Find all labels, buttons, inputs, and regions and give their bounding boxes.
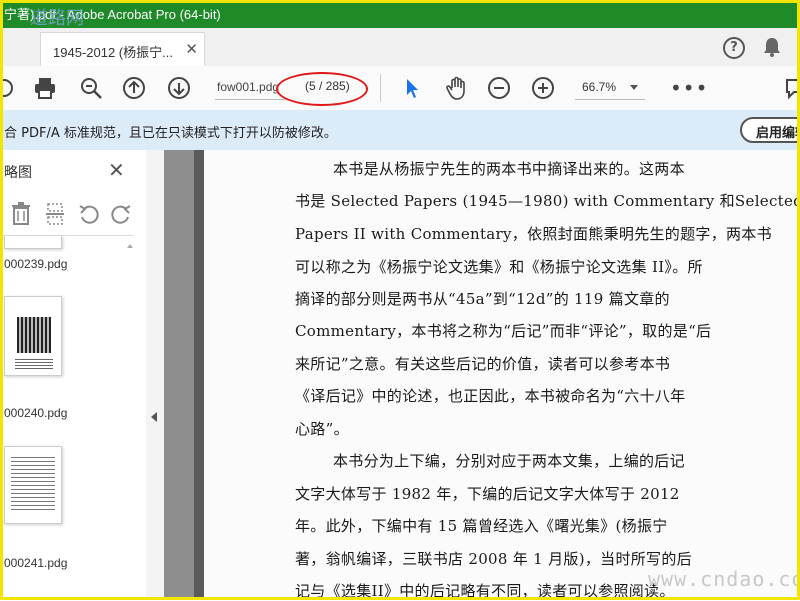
close-tab-icon[interactable]: ✕: [185, 40, 198, 58]
panel-scrollbar[interactable]: [125, 240, 135, 600]
text-line: 文字大体写于 1982 年，下编的后记文字大体写于 2012: [295, 485, 680, 503]
delete-icon[interactable]: [10, 202, 32, 226]
page-thumbnail[interactable]: [4, 446, 62, 524]
previous-page-icon[interactable]: [122, 76, 146, 100]
text-line: 年。此外，下编中有 15 篇曾经选入《曙光集》(杨振宁: [295, 517, 668, 535]
panel-collapse-handle[interactable]: [146, 150, 165, 600]
next-page-icon[interactable]: [167, 76, 191, 100]
zoom-out-icon[interactable]: [487, 76, 511, 100]
toolbar: fow001.pdg (5 / 285) 66.7% •••: [0, 66, 800, 111]
text-line: 书是 Selected Papers (1945—1980) with Comm…: [295, 192, 800, 210]
page-label-underline: [215, 99, 285, 100]
hand-tool-icon[interactable]: [444, 76, 468, 100]
zoom-search-icon[interactable]: [79, 76, 103, 100]
page-thumbnail[interactable]: [4, 236, 62, 249]
help-icon[interactable]: ?: [723, 37, 745, 59]
zoom-in-icon[interactable]: [531, 76, 555, 100]
info-message: 合 PDF/A 标准规范，且已在只读模式下打开以防被修改。: [4, 126, 337, 141]
document-tab[interactable]: 1945-2012 (杨振宁... ✕: [40, 32, 205, 66]
scroll-up-icon[interactable]: [127, 244, 133, 248]
rotate-right-icon[interactable]: [110, 203, 132, 225]
toolbar-divider: [380, 74, 381, 102]
zoom-level-dropdown[interactable]: 66.7%: [582, 80, 616, 94]
thumbnail-text-preview: [15, 359, 53, 369]
page-edge: [194, 150, 204, 600]
text-line: Commentary，本书将之称为“后记”而非“评论”，取的是“后: [295, 322, 712, 340]
page-thumbnail[interactable]: [4, 296, 62, 376]
document-page: 本书是从杨振宁先生的两本书中摘译出来的。这两本 书是 Selected Pape…: [204, 150, 800, 600]
text-line: 本书是从杨振宁先生的两本书中摘译出来的。这两本: [333, 160, 685, 178]
thumbnail-label: 000241.pdg: [4, 556, 68, 570]
text-line: 摘译的部分则是两书从“45a”到“12d”的 119 篇文章的: [295, 290, 670, 308]
text-line: 可以称之为《杨振宁论文选集》和《杨振宁论文选集 II》。所: [295, 258, 703, 276]
text-line: Papers II with Commentary，依照封面熊秉明先生的题字，两…: [295, 225, 772, 243]
rotate-icon[interactable]: [0, 76, 16, 100]
text-line: 著，翁帆编译，三联书店 2008 年 1 月版)，当时所写的后: [295, 550, 692, 568]
panel-toolbar: [0, 200, 140, 230]
rotate-left-icon[interactable]: [78, 203, 100, 225]
print-icon[interactable]: [33, 76, 57, 100]
thumbnail-label: 000239.pdg: [4, 257, 68, 271]
info-bar: 合 PDF/A 标准规范，且已在只读模式下打开以防被修改。 启用编辑: [0, 110, 800, 151]
document-view[interactable]: 本书是从杨振宁先生的两本书中摘译出来的。这两本 书是 Selected Pape…: [164, 150, 800, 600]
text-line: 《译后记》中的论述，也正因此，本书被命名为“六十八年: [295, 387, 686, 405]
enable-editing-label: 启用编辑: [756, 126, 800, 141]
text-line: 来所记”之意。有关这些后记的价值，读者可以参考本书: [295, 355, 671, 373]
document-tab-label: 1945-2012 (杨振宁...: [53, 45, 173, 60]
notification-bell-icon[interactable]: [762, 36, 782, 58]
collapse-arrow-icon[interactable]: [151, 412, 157, 422]
text-line: 心路”。: [295, 420, 349, 438]
extract-pages-icon[interactable]: [44, 202, 66, 226]
zoom-underline: [575, 99, 645, 100]
annotation-ellipse: [276, 72, 368, 106]
page-watermark: www.cndao.com: [648, 567, 800, 591]
select-cursor-icon[interactable]: [400, 76, 424, 100]
thumbnail-label: 000240.pdg: [4, 406, 68, 420]
tab-bar: 1945-2012 (杨振宁... ✕: [0, 28, 800, 67]
chevron-down-icon[interactable]: [630, 85, 638, 90]
close-panel-icon[interactable]: ✕: [108, 158, 125, 182]
page-label-field[interactable]: fow001.pdg: [217, 80, 279, 94]
thumbnail-preview: [17, 317, 51, 353]
site-watermark-logo: 道路网: [30, 8, 84, 29]
enable-editing-button[interactable]: 启用编辑: [740, 117, 800, 143]
more-tools-icon[interactable]: •••: [670, 76, 708, 100]
text-line: 记与《选集II》中的后记略有不同，读者可以参照阅读。: [295, 582, 675, 600]
thumbnails-panel: 略图 ✕ 000239.pdg 000240.pdg 000241.pdg: [0, 150, 147, 600]
thumbnail-text-preview: [11, 457, 55, 513]
panel-title: 略图: [4, 165, 32, 181]
comment-icon[interactable]: [784, 76, 800, 100]
window-titlebar: 宁著).pdf - Adobe Acrobat Pro (64-bit) 道路网: [0, 0, 800, 29]
text-line: 本书分为上下编，分别对应于两本文集，上编的后记: [333, 452, 685, 470]
